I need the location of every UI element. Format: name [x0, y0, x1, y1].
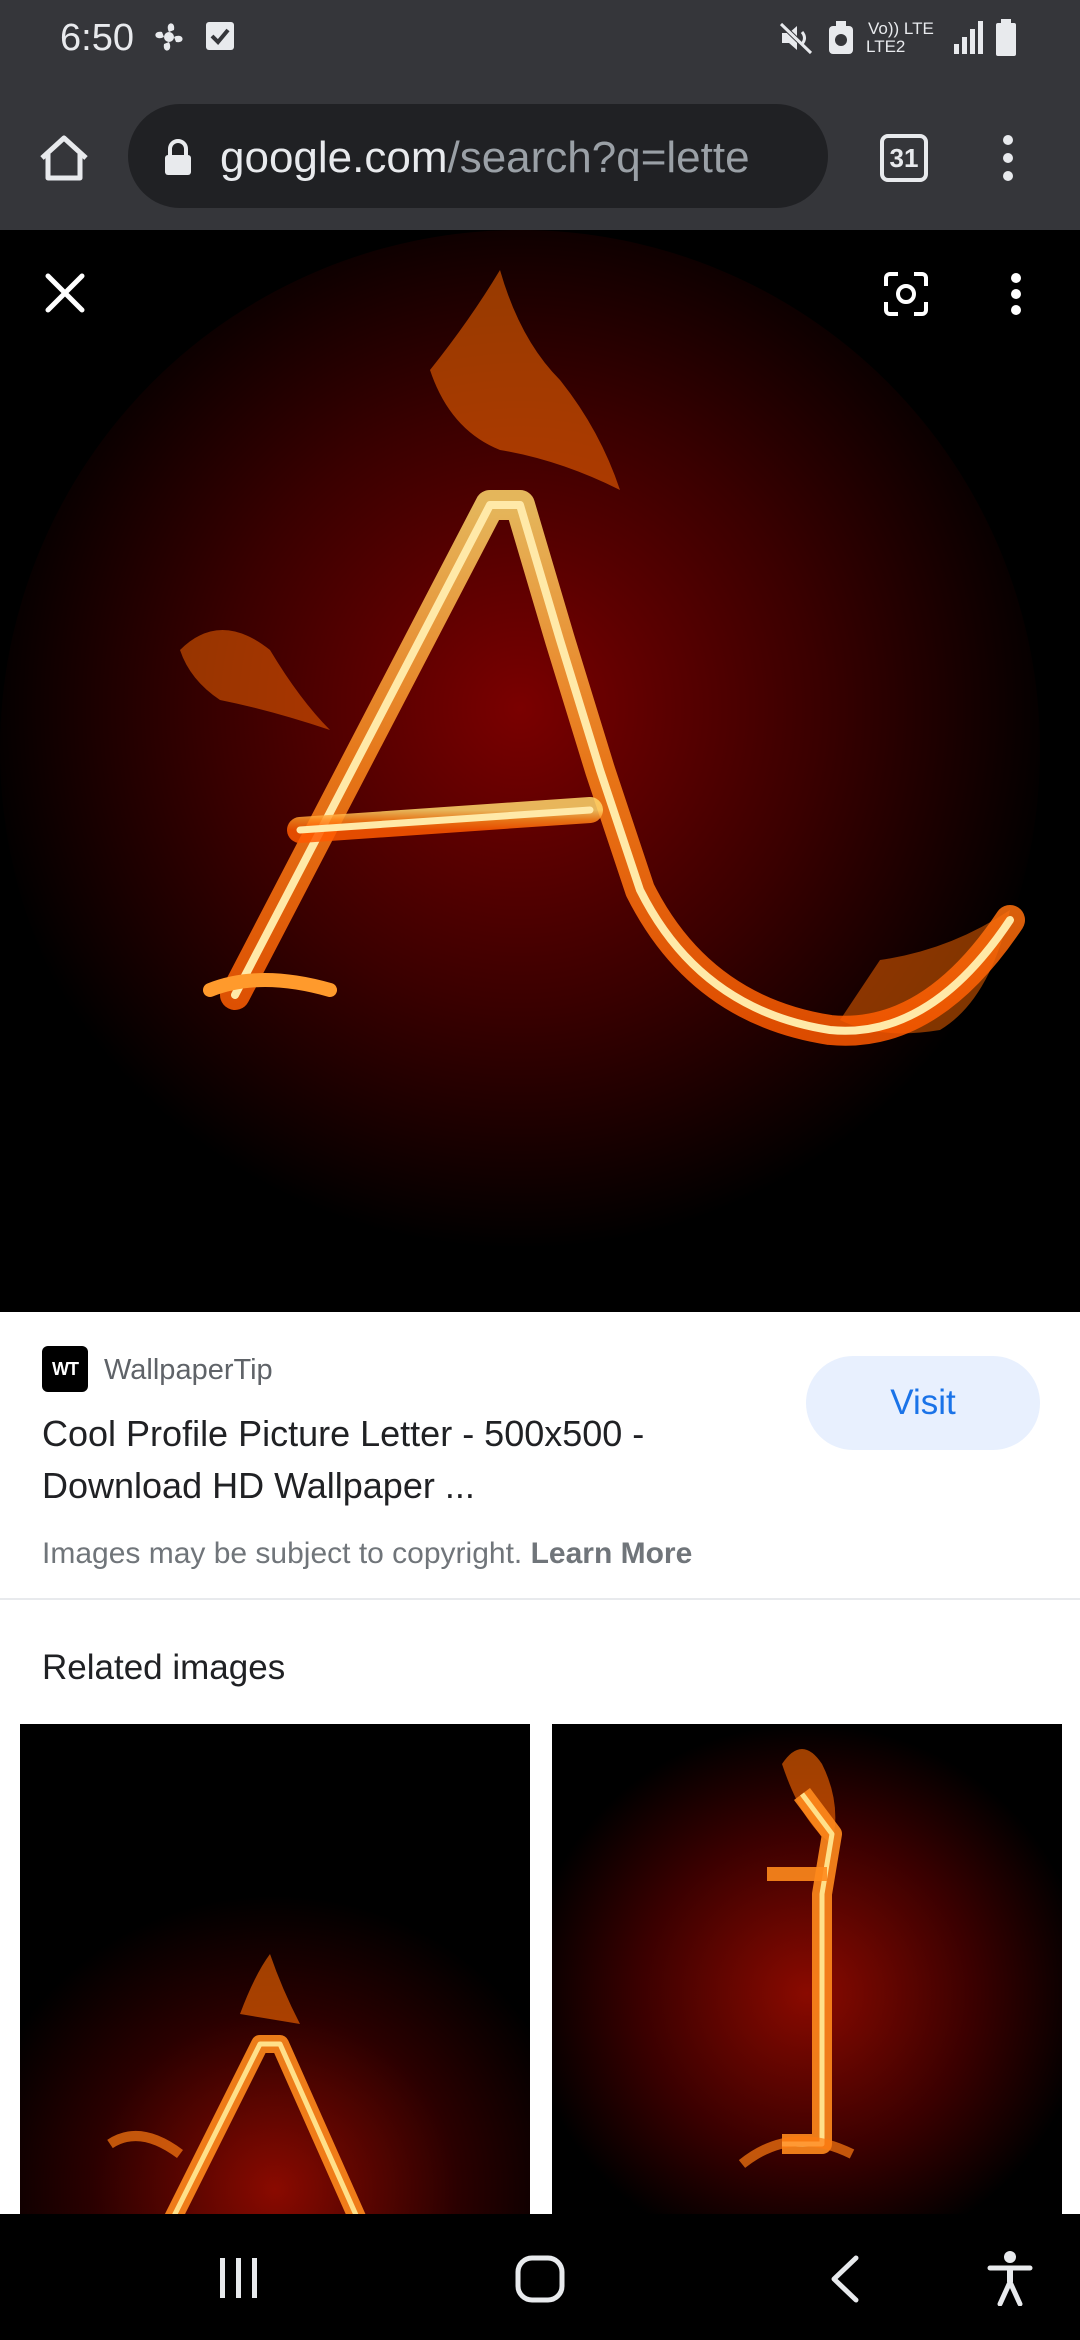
related-image-2[interactable]: [552, 1724, 1062, 2214]
source-name[interactable]: WallpaperTip: [104, 1352, 273, 1388]
related-image-1-art: [20, 1724, 530, 2214]
url-domain: google.com: [220, 133, 448, 182]
alarm-icon: [829, 21, 853, 54]
lens-icon[interactable]: [882, 270, 930, 318]
copyright-text: Images may be subject to copyright.: [42, 1537, 523, 1570]
status-time: 6:50: [60, 17, 134, 59]
url-path: /search?q=lette: [447, 133, 750, 182]
tabs-icon[interactable]: 31: [880, 134, 928, 182]
related-image-1[interactable]: [20, 1724, 530, 2214]
source-logo: WT: [42, 1346, 88, 1392]
recent-apps-icon[interactable]: [214, 2254, 264, 2302]
checkbox-icon: [206, 22, 234, 50]
divider: [0, 1598, 1080, 1600]
more-options-icon[interactable]: [1002, 270, 1030, 318]
visit-button[interactable]: Visit: [806, 1356, 1040, 1450]
url-text[interactable]: google.com/search?q=lette: [220, 130, 780, 186]
home-icon[interactable]: [36, 130, 92, 186]
lock-icon: [165, 139, 191, 175]
network-label-bottom: LTE2: [866, 37, 906, 56]
close-icon[interactable]: [44, 272, 86, 314]
menu-icon[interactable]: [994, 130, 1022, 186]
mute-icon: [779, 22, 813, 55]
related-heading: Related images: [42, 1648, 286, 1687]
network-label-top: Vo)) LTE: [868, 19, 934, 38]
result-title[interactable]: Cool Profile Picture Letter - 500x500 - …: [42, 1408, 762, 1512]
fan-icon: [155, 23, 183, 51]
related-image-2-art: [552, 1724, 1062, 2214]
image-viewer[interactable]: [0, 230, 1080, 1312]
signal-icon: [954, 21, 983, 54]
fire-letter-image: [0, 230, 1080, 1312]
learn-more-link[interactable]: Learn More: [531, 1537, 693, 1570]
copyright-note: Images may be subject to copyright. Lear…: [42, 1534, 692, 1574]
battery-icon: [996, 19, 1016, 56]
back-icon[interactable]: [826, 2254, 862, 2304]
accessibility-icon[interactable]: [986, 2250, 1034, 2306]
home-button-icon[interactable]: [514, 2254, 566, 2304]
